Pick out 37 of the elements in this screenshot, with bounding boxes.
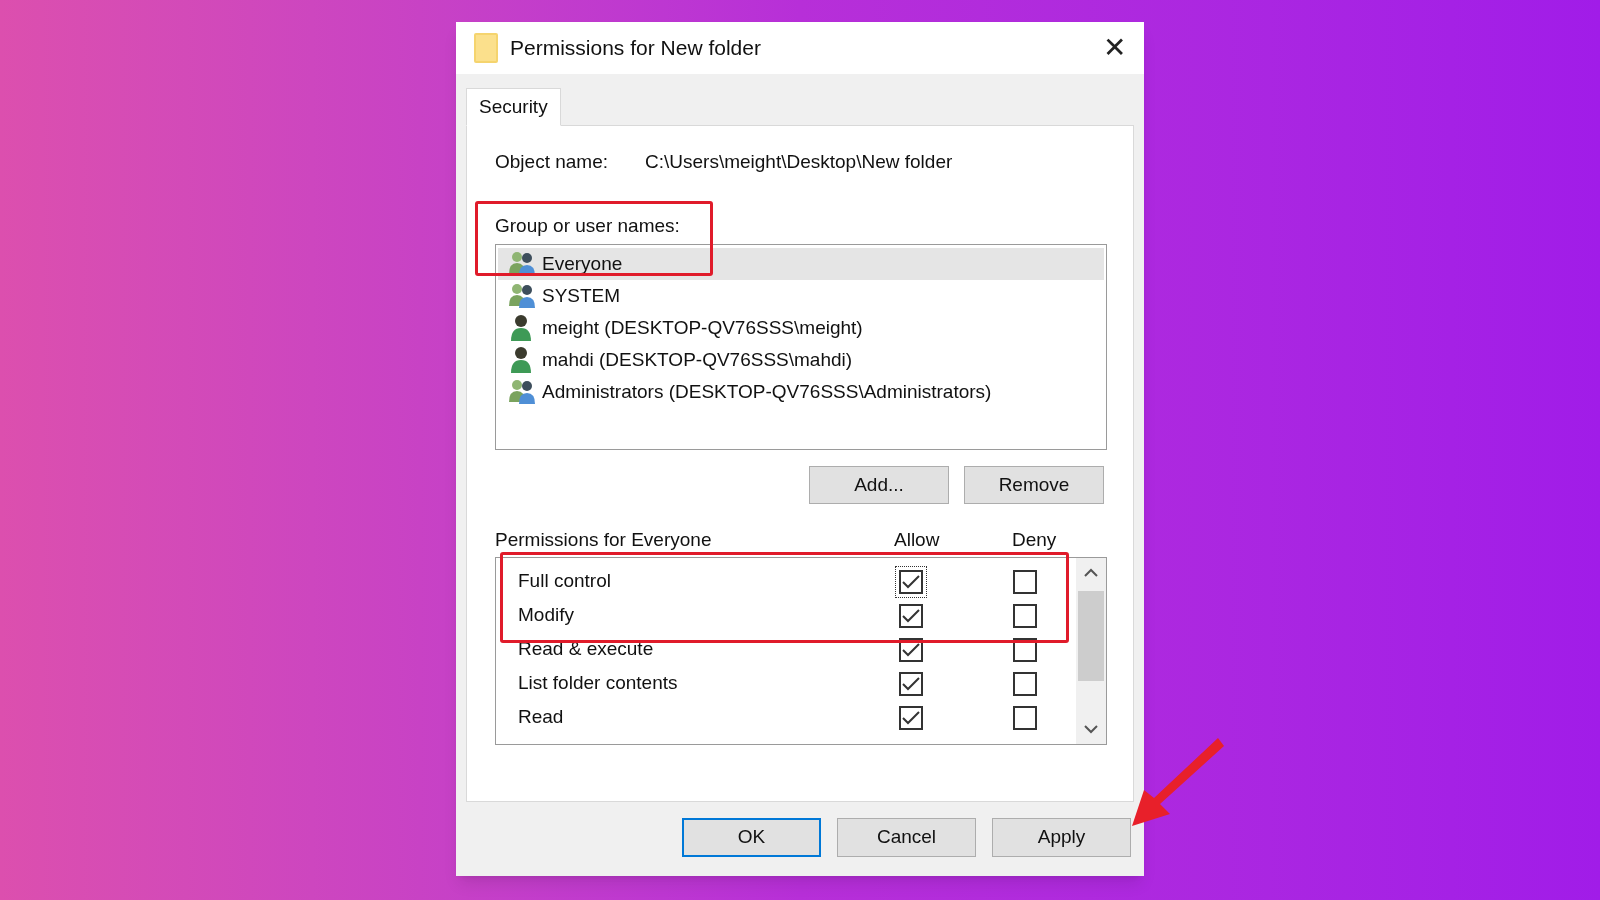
permissions-label: Permissions for Everyone <box>495 528 713 552</box>
checkmark-icon <box>902 710 920 725</box>
list-item[interactable]: SYSTEM <box>498 280 1104 312</box>
scroll-thumb[interactable] <box>1078 590 1104 681</box>
tab[interactable]: Security <box>466 88 561 126</box>
deny-column-header: Deny <box>1012 528 1057 552</box>
checkbox[interactable] <box>896 566 926 597</box>
dialog-button[interactable]: OK <box>682 818 821 857</box>
checkmark-icon <box>902 574 920 589</box>
scrollbar[interactable] <box>1076 557 1106 744</box>
permission-name: Full control <box>518 569 612 594</box>
scroll-up-icon[interactable] <box>1084 567 1098 577</box>
group-list[interactable]: Everyone SYSTEM meight (DESKTOP-QV76SSS\meight) mahdi (DESKTOP-QV76SSS\mahdi) Administrators (DESKTOP-QV76SSS\Administrators) <box>495 244 1107 450</box>
checkmark-icon <box>902 676 920 691</box>
list-item[interactable]: Everyone <box>498 248 1104 280</box>
object-name-label: Object name: <box>495 150 609 174</box>
scroll-down-icon[interactable] <box>1084 724 1098 734</box>
close-button[interactable]: ✕ <box>1099 34 1130 62</box>
list-item[interactable]: meight (DESKTOP-QV76SSS\meight) <box>498 312 1104 344</box>
checkmark-icon <box>902 608 920 623</box>
allow-column-header: Allow <box>894 528 941 552</box>
window-title: Permissions for New folder <box>510 35 761 62</box>
dialog-button[interactable]: Apply <box>992 818 1131 857</box>
list-item[interactable]: mahdi (DESKTOP-QV76SSS\mahdi) <box>498 344 1104 376</box>
group-icon <box>508 282 536 310</box>
permission-name: Read <box>518 705 565 730</box>
checkmark-icon <box>902 642 920 657</box>
list-item[interactable]: Administrators (DESKTOP-QV76SSS\Administrators) <box>498 376 1104 408</box>
object-path: C:\Users\meight\Desktop\New folder <box>645 150 953 174</box>
action-button[interactable]: Remove <box>964 466 1104 504</box>
permission-name: Modify <box>518 603 575 628</box>
group-list-label: Group or user names: <box>495 213 681 238</box>
action-button[interactable]: Add... <box>809 466 949 504</box>
folder-icon <box>474 33 498 63</box>
permission-name: List folder contents <box>518 671 679 696</box>
group-icon <box>508 378 536 406</box>
dialog-button[interactable]: Cancel <box>837 818 976 857</box>
